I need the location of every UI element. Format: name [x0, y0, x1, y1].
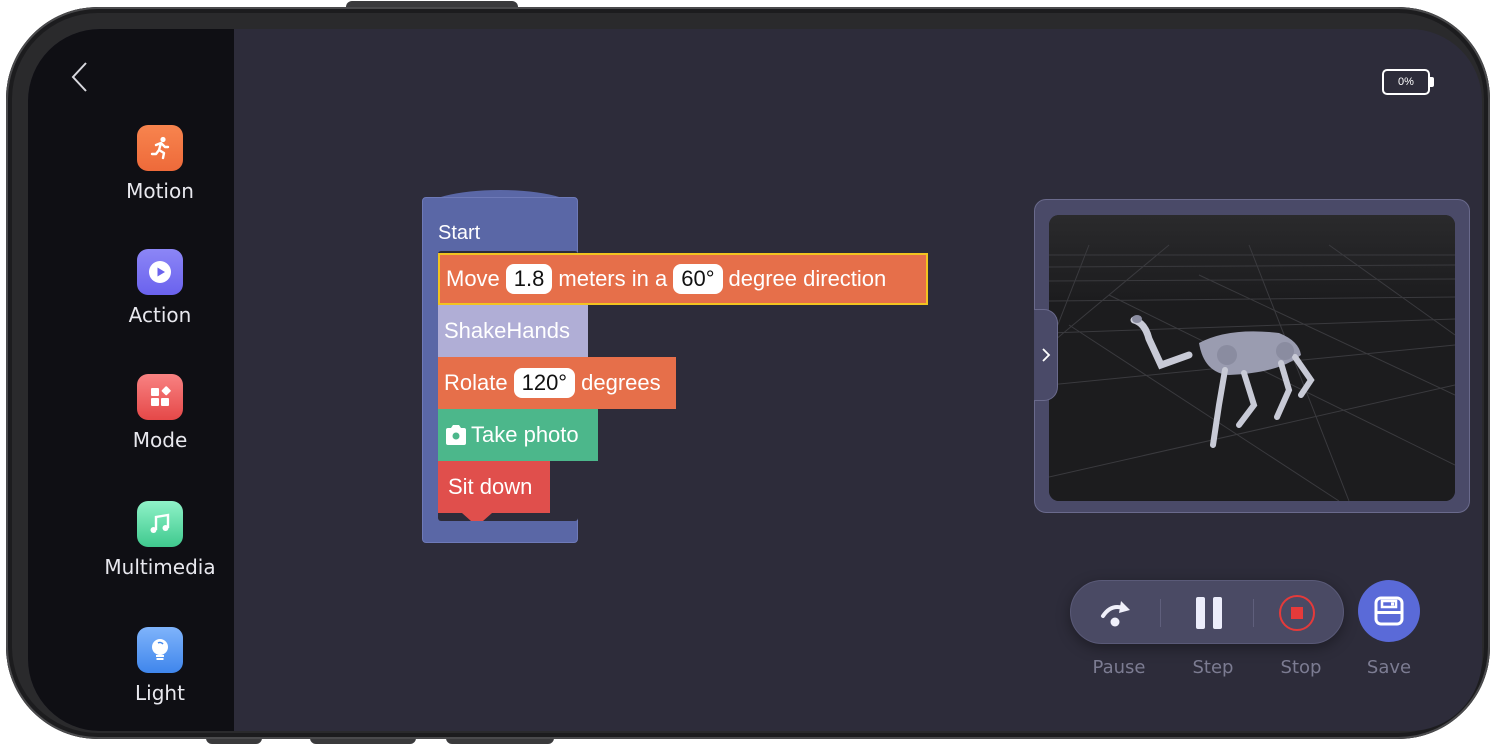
- pause-label: Pause: [1092, 657, 1146, 678]
- playback-controls: [1070, 580, 1344, 644]
- pause-button[interactable]: [1073, 581, 1161, 645]
- sidebar-item-multimedia[interactable]: Multimedia: [100, 501, 220, 579]
- save-label: Save: [1366, 657, 1412, 678]
- sidebar-item-label: Action: [128, 303, 192, 327]
- phone-frame: Motion Action Mode Multimedia Light 0% S…: [6, 7, 1490, 739]
- battery-indicator: 0%: [1382, 69, 1434, 97]
- shake-hands-block[interactable]: ShakeHands: [438, 305, 588, 365]
- simulation-viewport[interactable]: [1049, 215, 1455, 501]
- category-sidebar: Motion Action Mode Multimedia Light: [28, 29, 234, 731]
- camera-icon: [446, 425, 466, 445]
- stop-button[interactable]: [1253, 581, 1341, 645]
- sidebar-item-mode[interactable]: Mode: [108, 374, 212, 452]
- grid-shapes-icon: [137, 374, 183, 420]
- collapse-preview-button[interactable]: [1034, 309, 1058, 401]
- move-block[interactable]: Move 1.8 meters in a 60° degree directio…: [438, 253, 928, 313]
- robot-dog-3d-scene: [1049, 215, 1455, 501]
- sidebar-item-action[interactable]: Action: [108, 249, 212, 327]
- rotation-input[interactable]: 120°: [513, 368, 576, 398]
- sidebar-item-label: Multimedia: [104, 555, 216, 579]
- direction-input[interactable]: 60°: [673, 264, 723, 294]
- rotate-block[interactable]: Rolate 120° degrees: [438, 357, 676, 417]
- stop-icon: [1279, 595, 1315, 631]
- chevron-left-icon: [71, 62, 87, 92]
- sidebar-item-label: Motion: [126, 179, 194, 203]
- distance-input[interactable]: 1.8: [505, 264, 553, 294]
- play-circle-icon: [137, 249, 183, 295]
- music-note-icon: [137, 501, 183, 547]
- running-person-icon: [137, 125, 183, 171]
- sidebar-item-label: Mode: [132, 428, 188, 452]
- back-button[interactable]: [68, 59, 92, 95]
- light-bulb-icon: [137, 627, 183, 673]
- battery-percent: 0%: [1398, 76, 1414, 88]
- step-over-icon: [1101, 601, 1130, 627]
- chevron-right-icon: [1041, 348, 1050, 362]
- sit-down-block[interactable]: Sit down: [438, 461, 550, 521]
- floppy-disk-icon: [1374, 596, 1404, 626]
- sidebar-item-label: Light: [135, 681, 185, 705]
- step-button[interactable]: [1165, 581, 1253, 645]
- app-screen: Motion Action Mode Multimedia Light 0% S…: [28, 29, 1482, 731]
- start-block-label: Start: [438, 222, 481, 244]
- sidebar-item-light[interactable]: Light: [108, 627, 212, 705]
- pause-icon: [1196, 597, 1222, 629]
- step-label: Step: [1192, 657, 1234, 678]
- take-photo-block[interactable]: Take photo: [438, 409, 598, 469]
- stop-label: Stop: [1280, 657, 1322, 678]
- sidebar-item-motion[interactable]: Motion: [108, 125, 212, 203]
- save-button[interactable]: [1358, 580, 1420, 642]
- simulation-preview-panel: [1034, 199, 1470, 513]
